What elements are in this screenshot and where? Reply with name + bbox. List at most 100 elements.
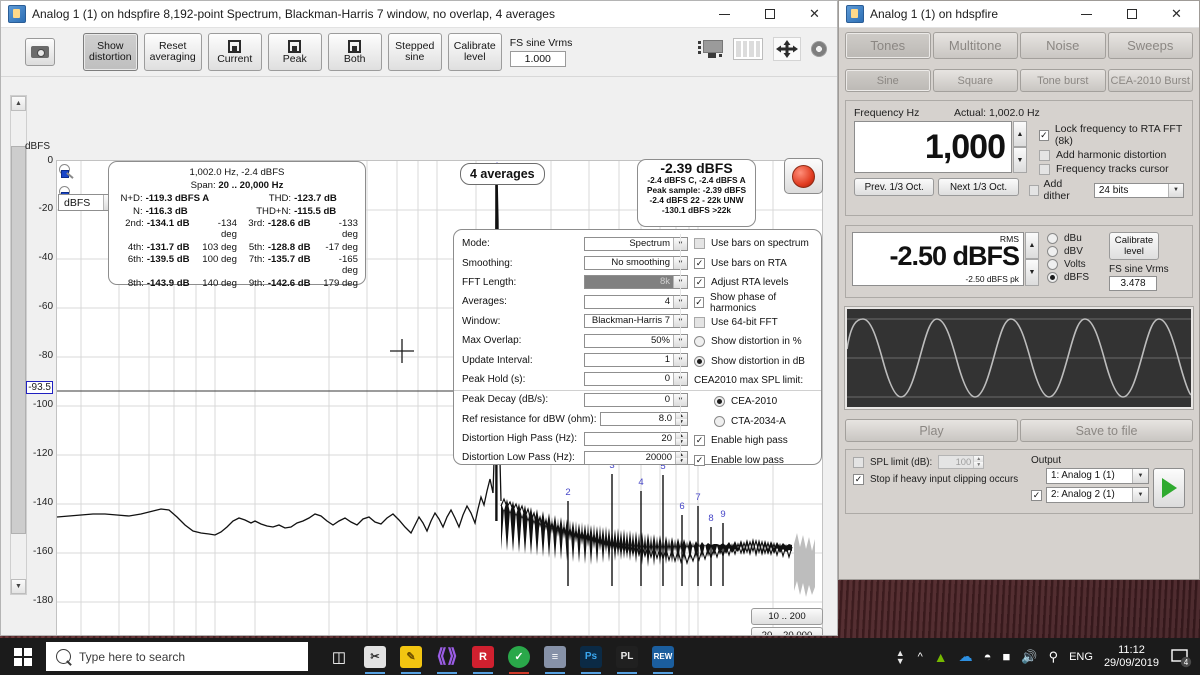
close-button[interactable]: ✕ (792, 1, 837, 27)
cta-2034a-radio[interactable] (714, 415, 725, 427)
tab-sweeps[interactable]: Sweeps (1107, 32, 1193, 59)
use-64bit-fft-checkbox[interactable] (694, 316, 705, 328)
show-distortion-db-radio[interactable] (694, 355, 705, 367)
photoshop-icon[interactable]: Ps (574, 638, 608, 675)
frequency-down-button[interactable]: ▼ (1013, 147, 1027, 173)
show-distortion-percent-radio[interactable] (694, 336, 705, 348)
reset-averaging-button[interactable]: Reset averaging (143, 33, 202, 71)
enable-low-pass-checkbox[interactable]: ✓ (694, 454, 705, 466)
range-10-200-button[interactable]: 10 .. 200 (751, 608, 823, 625)
generator-minimize-button[interactable] (1064, 1, 1109, 27)
enable-low-pass-row[interactable]: ✓ Enable low pass (694, 451, 813, 471)
frequency-tracks-cursor-checkbox[interactable] (1039, 163, 1050, 175)
dither-bits-select[interactable]: 24 bits ▼ (1093, 182, 1184, 198)
spl-limit-spinner[interactable]: 100 ▲ ▼ (938, 455, 985, 469)
tab-tones[interactable]: Tones (845, 32, 931, 59)
unit-dbfs-row[interactable]: dBFS (1047, 272, 1107, 283)
save-peak-button[interactable]: Peak (267, 33, 322, 71)
fft-length-combo[interactable]: 8k ▼ (584, 275, 688, 290)
level-up-button[interactable]: ▲ (1025, 232, 1039, 259)
frequency-tracks-cursor-row[interactable]: Frequency tracks cursor (1039, 163, 1184, 175)
fs-sine-vrms-input[interactable] (509, 51, 566, 67)
adjust-rta-levels-checkbox[interactable]: ✓ (694, 277, 705, 289)
scroll-down-arrow[interactable]: ▼ (11, 579, 26, 594)
gear-icon[interactable] (811, 41, 827, 57)
use-64bit-fft-row[interactable]: Use 64-bit FFT (694, 312, 813, 332)
snip-icon[interactable]: ✂ (358, 638, 392, 675)
use-bars-on-rta-checkbox[interactable]: ✓ (694, 257, 705, 269)
subtab-square[interactable]: Square (932, 69, 1018, 92)
cta-2034a-row[interactable]: CTA-2034-A (694, 411, 813, 431)
stop-clipping-row[interactable]: ✓ Stop if heavy input clipping occurs (853, 474, 1031, 485)
spinner-down-icon[interactable]: ▼ (676, 419, 687, 426)
spl-limit-checkbox[interactable] (853, 456, 864, 468)
screenshot-camera-button[interactable] (25, 38, 55, 66)
zoom-in-icon[interactable] (58, 163, 78, 181)
enable-high-pass-checkbox[interactable]: ✓ (694, 435, 705, 447)
unit-dbu-radio[interactable] (1047, 233, 1058, 244)
distortion-low-pass-spinner[interactable]: 20000 ▲ ▼ (584, 450, 688, 465)
vertical-scroll-thumb[interactable] (11, 146, 26, 534)
r-studio-icon[interactable]: R (466, 638, 500, 675)
move-icon[interactable] (773, 37, 801, 61)
nvidia-icon[interactable]: ▲ (934, 649, 948, 665)
use-bars-on-rta-row[interactable]: ✓ Use bars on RTA (694, 254, 813, 274)
spinner-down-icon[interactable]: ▼ (676, 457, 687, 464)
max-overlap-combo[interactable]: 50% ▼ (584, 333, 688, 348)
next-third-octave-button[interactable]: Next 1/3 Oct. (938, 178, 1019, 196)
add-harmonic-distortion-checkbox[interactable] (1039, 149, 1050, 161)
vs-code-icon[interactable]: ⟪⟫ (430, 638, 464, 675)
save-to-file-button[interactable]: Save to file (1020, 419, 1193, 442)
use-bars-on-spectrum-row[interactable]: Use bars on spectrum (694, 234, 813, 254)
spinner-down-icon[interactable]: ▼ (974, 462, 984, 468)
generator-fs-sine-input[interactable] (1109, 276, 1157, 291)
task-view-icon[interactable]: ◫ (322, 638, 356, 675)
lock-frequency-row[interactable]: ✓ Lock frequency to RTA FFT (8k) (1039, 123, 1184, 147)
unit-volts-radio[interactable] (1047, 259, 1058, 270)
subtab-tone-burst[interactable]: Tone burst (1020, 69, 1106, 92)
maximize-button[interactable] (747, 1, 792, 27)
tray-scroll-icon[interactable]: ▲ ▼ (896, 648, 905, 665)
wifi-icon[interactable]: ◓ (984, 649, 992, 664)
use-bars-on-spectrum-checkbox[interactable] (694, 238, 705, 250)
layout-icon[interactable] (697, 36, 723, 62)
save-both-button[interactable]: Both (327, 33, 382, 71)
averages-combo[interactable]: 4 ▼ (584, 294, 688, 309)
add-dither-checkbox[interactable] (1028, 184, 1039, 196)
columns-icon[interactable] (733, 38, 763, 60)
peak-decay-combo[interactable]: 0 ▼ (584, 392, 688, 407)
search-box[interactable]: Type here to search (46, 642, 308, 671)
unit-dbu-row[interactable]: dBu (1047, 233, 1107, 244)
notifications-button[interactable]: 4 (1170, 646, 1192, 668)
minimize-button[interactable] (702, 1, 747, 27)
subtab-sine[interactable]: Sine (845, 69, 931, 92)
frequency-input[interactable]: 1,000 (854, 121, 1012, 173)
dvd-pl-icon[interactable]: PL (610, 638, 644, 675)
enable-high-pass-row[interactable]: ✓ Enable high pass (694, 431, 813, 451)
stepped-sine-button[interactable]: Stepped sine (387, 33, 442, 71)
check-app-icon[interactable]: ✓ (502, 638, 536, 675)
level-down-button[interactable]: ▼ (1025, 259, 1039, 286)
unit-dbv-radio[interactable] (1047, 246, 1058, 257)
show-distortion-button[interactable]: Show distortion (83, 33, 138, 71)
ref-resistance-spinner[interactable]: 8.0 ▲ ▼ (600, 412, 688, 427)
show-distortion-percent-row[interactable]: Show distortion in % (694, 332, 813, 352)
adjust-rta-levels-row[interactable]: ✓ Adjust RTA levels (694, 273, 813, 293)
generator-play-button[interactable] (1153, 468, 1185, 508)
output-channel-1-select[interactable]: 1: Analog 1 (1) ▼ (1046, 468, 1149, 484)
lock-frequency-checkbox[interactable]: ✓ (1039, 129, 1049, 141)
show-hidden-icons-chevron[interactable]: ^ (918, 651, 923, 663)
scanner-icon[interactable]: ≡ (538, 638, 572, 675)
volume-icon[interactable]: 🔊 (1021, 649, 1037, 665)
frequency-up-button[interactable]: ▲ (1013, 121, 1027, 147)
tab-noise[interactable]: Noise (1020, 32, 1106, 59)
scroll-up-arrow[interactable]: ▲ (11, 96, 26, 111)
generator-maximize-button[interactable] (1109, 1, 1154, 27)
distortion-high-pass-spinner[interactable]: 20 ▲ ▼ (584, 431, 688, 446)
bluetooth-icon[interactable]: ⚲ (1049, 649, 1059, 665)
subtab-cea-2010-burst[interactable]: CEA-2010 Burst (1107, 69, 1193, 92)
mode-combo[interactable]: Spectrum ▼ (584, 236, 688, 251)
sticky-notes-icon[interactable]: ✎ (394, 638, 428, 675)
generator-close-button[interactable]: ✕ (1154, 1, 1199, 27)
output-channel-2-select[interactable]: 2: Analog 2 (1) ▼ (1046, 487, 1149, 503)
